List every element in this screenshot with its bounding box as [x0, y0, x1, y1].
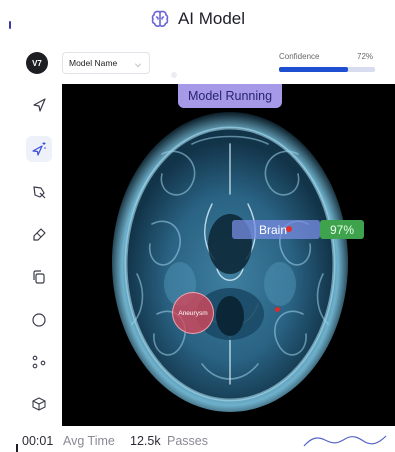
- model-select-dropdown[interactable]: Model Name: [62, 52, 150, 74]
- mri-scan-image: [112, 112, 348, 412]
- model-select-value: Model Name: [69, 58, 118, 68]
- pointer-tool[interactable]: [26, 92, 52, 118]
- circle-icon: [32, 313, 46, 327]
- brush-tool[interactable]: [26, 222, 52, 248]
- copy-tool[interactable]: [26, 264, 52, 290]
- brain-annotation-label: Brain: [259, 222, 288, 237]
- keypoints-icon: [32, 355, 46, 369]
- brain-annotation-tag[interactable]: Brain: [232, 220, 320, 239]
- app-title: AI Model: [177, 9, 246, 28]
- toolbar-notch: [171, 72, 177, 78]
- v7-logo: V7: [26, 52, 48, 74]
- cube-icon: [32, 397, 46, 411]
- avg-time-value: 00:01: [22, 434, 54, 448]
- stats-bar: 00:01 Avg Time 12.5k Passes: [0, 428, 395, 452]
- confidence-label: Confidence: [279, 52, 320, 61]
- auto-annotate-tool[interactable]: [26, 136, 52, 162]
- ellipse-tool[interactable]: [26, 307, 52, 333]
- keypoint-tool[interactable]: [26, 349, 52, 375]
- passes-value: 12.5k: [130, 434, 161, 448]
- image-viewer[interactable]: Model Running Brain 97% Aneurysm: [62, 84, 395, 426]
- title-bar: AI Model: [0, 0, 395, 38]
- brain-confidence-badge: 97%: [320, 220, 364, 239]
- cursor-arrow-icon: [33, 98, 46, 112]
- brain-annotation-point: [286, 226, 292, 232]
- confidence-value: 72%: [357, 52, 374, 61]
- avg-time-label: Avg Time: [63, 434, 115, 448]
- tool-sidebar: [14, 84, 62, 452]
- polygon-pen-icon: [33, 186, 46, 199]
- brain-icon: [151, 10, 169, 27]
- brush-icon: [33, 228, 46, 241]
- top-toolbar: V7 Model Name Confidence 72%: [14, 44, 390, 80]
- chevron-down-icon: [135, 61, 141, 67]
- copy-icon: [33, 270, 45, 284]
- sparkle-cursor-icon: [32, 142, 46, 156]
- model-running-status: Model Running: [178, 84, 282, 108]
- lesion-keypoint[interactable]: [275, 307, 280, 312]
- aneurysm-annotation[interactable]: Aneurysm: [172, 292, 214, 334]
- polygon-tool[interactable]: [26, 179, 52, 205]
- cuboid-tool[interactable]: [26, 391, 52, 417]
- confidence-bar[interactable]: [279, 67, 375, 72]
- annotation-app: V7 Model Name Confidence 72% Model Runni…: [14, 44, 395, 452]
- confidence-bar-fill: [279, 67, 349, 72]
- throughput-sparkline: [303, 435, 387, 447]
- passes-label: Passes: [167, 434, 208, 448]
